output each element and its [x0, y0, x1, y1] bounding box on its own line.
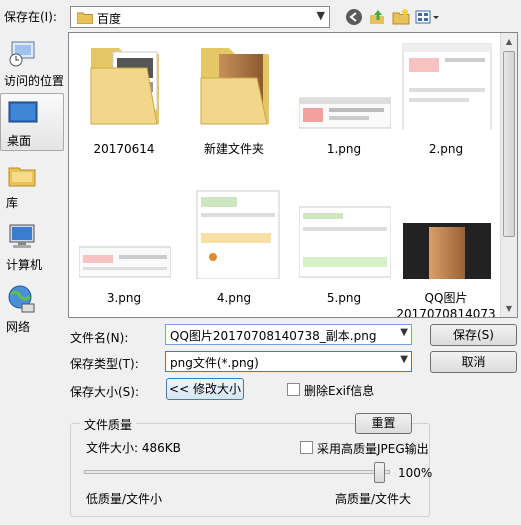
place-desktop[interactable]: 桌面 — [0, 93, 64, 151]
file-item-20170614[interactable]: 20170614 — [69, 38, 179, 158]
file-item-new-folder[interactable]: 新建文件夹 — [179, 38, 289, 158]
file-list[interactable]: 20170614 新建文件夹 1.png 2.png 3.png 4.png 5… — [68, 32, 518, 318]
delete-exif-label: 删除Exif信息 — [304, 384, 375, 398]
file-name: 3.png — [106, 291, 142, 305]
place-network[interactable]: 网络 — [0, 280, 64, 338]
place-recent[interactable]: 访问的位置 — [0, 34, 64, 92]
quality-slider-thumb[interactable] — [374, 462, 385, 483]
file-name: QQ图片 2017070814073 — [396, 291, 496, 318]
recent-places-icon — [6, 38, 38, 68]
low-quality-label: 低质量/文件小 — [86, 492, 163, 506]
scroll-thumb[interactable] — [503, 51, 515, 237]
filetype-select[interactable]: png文件(*.png) ▼ — [165, 351, 412, 372]
quality-group-title: 文件质量 — [80, 416, 137, 433]
image-thumbnail-icon — [78, 187, 172, 279]
place-computer[interactable]: 计算机 — [0, 218, 64, 276]
image-thumbnail-icon — [401, 38, 493, 133]
vertical-scrollbar[interactable]: ▲ ▼ — [500, 33, 517, 317]
file-name: 新建文件夹 — [203, 142, 264, 156]
folder-icon — [79, 38, 171, 130]
image-thumbnail-icon — [189, 187, 281, 280]
place-desktop-label: 桌面 — [7, 134, 32, 148]
reset-button[interactable]: 重置 — [355, 413, 412, 434]
hq-jpeg-checkbox[interactable] — [300, 441, 313, 454]
resize-button[interactable]: << 修改大小 — [166, 378, 244, 400]
computer-icon — [6, 222, 38, 252]
cancel-button[interactable]: 取消 — [430, 351, 517, 373]
file-item-2png[interactable]: 2.png — [391, 38, 501, 158]
file-name: 5.png — [326, 291, 362, 305]
up-folder-icon[interactable] — [368, 8, 386, 26]
top-toolbar: 保存在(I): 百度 ▼ — [0, 0, 521, 32]
desktop-icon — [7, 98, 39, 128]
new-folder-icon[interactable] — [392, 8, 410, 26]
folder-icon — [189, 38, 281, 130]
view-menu-icon[interactable] — [415, 8, 441, 26]
scroll-down-icon[interactable]: ▼ — [501, 300, 517, 317]
save-in-label: 保存在(I): — [4, 10, 57, 24]
file-item-5png[interactable]: 5.png — [289, 187, 399, 307]
library-icon — [6, 160, 38, 190]
file-name: 2.png — [428, 142, 464, 156]
location-text: 百度 — [97, 12, 122, 26]
network-icon — [6, 284, 38, 314]
file-name: 20170614 — [93, 142, 155, 156]
place-library-label: 库 — [6, 196, 19, 210]
location-dropdown[interactable]: 百度 ▼ — [70, 6, 330, 28]
back-icon[interactable] — [345, 8, 363, 26]
hq-jpeg-label: 采用高质量JPEG输出 — [317, 442, 429, 456]
filetype-value: png文件(*.png) — [170, 356, 259, 370]
file-name: 1.png — [326, 142, 362, 156]
file-size-text: 文件大小: 486KB — [86, 441, 181, 455]
chevron-down-icon[interactable]: ▼ — [400, 327, 408, 338]
image-thumbnail-icon — [401, 187, 493, 279]
place-computer-label: 计算机 — [6, 258, 43, 272]
place-recent-label: 访问的位置 — [4, 74, 65, 88]
file-item-4png[interactable]: 4.png — [179, 187, 289, 307]
quality-percent: 100% — [398, 466, 433, 480]
filetype-label: 保存类型(T): — [70, 357, 139, 371]
scroll-up-icon[interactable]: ▲ — [501, 33, 517, 50]
chevron-down-icon[interactable]: ▼ — [400, 354, 408, 365]
file-item-1png[interactable]: 1.png — [289, 38, 399, 158]
image-thumbnail-icon — [298, 38, 392, 130]
save-button[interactable]: 保存(S) — [430, 324, 517, 346]
place-library[interactable]: 库 — [0, 156, 64, 214]
chevron-down-icon: ▼ — [316, 9, 325, 22]
filename-label: 文件名(N): — [70, 331, 129, 345]
places-bar: 访问的位置 桌面 库 计算机 网络 — [0, 32, 64, 352]
file-item-3png[interactable]: 3.png — [69, 187, 179, 307]
file-item-qq-image[interactable]: QQ图片 2017070814073 — [391, 187, 501, 317]
filesize-label: 保存大小(S): — [70, 385, 140, 399]
quality-slider-track[interactable] — [84, 470, 390, 474]
filename-input[interactable]: QQ图片20170708140738_副本.png ▼ — [165, 324, 412, 345]
folder-icon — [76, 11, 94, 27]
image-thumbnail-icon — [298, 187, 392, 279]
filename-value: QQ图片20170708140738_副本.png — [170, 329, 377, 343]
high-quality-label: 高质量/文件大 — [335, 492, 412, 506]
delete-exif-checkbox[interactable] — [287, 383, 300, 396]
place-network-label: 网络 — [6, 320, 31, 334]
file-name: 4.png — [216, 291, 252, 305]
